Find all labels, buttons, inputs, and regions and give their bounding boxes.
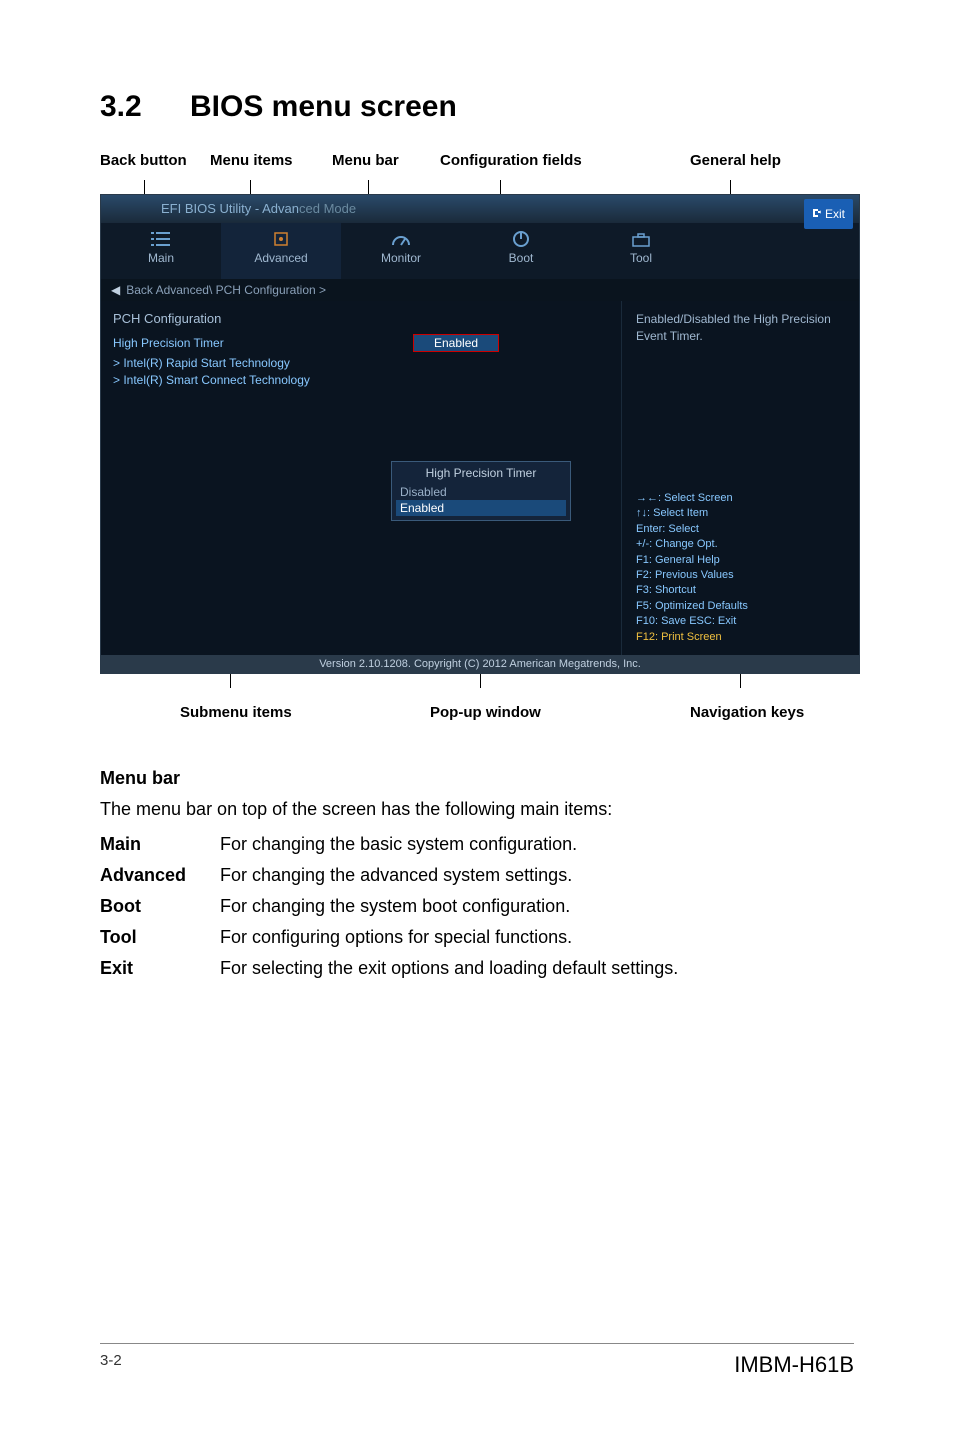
nav-enter: Enter: Select [636,522,845,537]
popup-window: High Precision Timer Disabled Enabled [391,461,571,521]
bios-title-bar: EFI BIOS Utility - Advanced Mode Exit [101,195,859,223]
product-name: IMBM-H61B [734,1352,854,1378]
gauge-icon [389,229,413,249]
nav-f3: F3: Shortcut [636,583,845,598]
hpt-row: High Precision Timer Enabled [113,334,609,352]
exit-icon [812,208,822,218]
popup-option-disabled[interactable]: Disabled [396,484,566,500]
def-label: Exit [100,958,220,979]
menubar-definitions: MainFor changing the basic system config… [100,834,854,979]
callout-submenu-items: Submenu items [180,704,292,721]
nav-f5: F5: Optimized Defaults [636,599,845,614]
def-row: ExitFor selecting the exit options and l… [100,958,854,979]
bottom-callout-lines [100,674,854,688]
menu-monitor-label: Monitor [381,251,421,265]
def-desc: For changing the advanced system setting… [220,865,820,886]
menu-advanced[interactable]: Advanced [221,223,341,279]
power-icon [509,229,533,249]
menubar-heading: Menu bar [100,768,854,789]
popup-option-enabled[interactable]: Enabled [396,500,566,516]
bios-screenshot: EFI BIOS Utility - Advanced Mode Exit Ma… [100,194,860,674]
list-icon [149,229,173,249]
callout-navigation-keys: Navigation keys [690,704,804,721]
pch-heading: PCH Configuration [113,311,609,326]
nav-f10: F10: Save ESC: Exit [636,614,845,629]
section-heading: BIOS menu screen [190,90,457,123]
menu-boot-label: Boot [509,251,534,265]
bios-menu-bar: Main Advanced Monitor Boot Tool [101,223,859,279]
nav-change-opt: +/-: Change Opt. [636,537,845,552]
bios-version-footer: Version 2.10.1208. Copyright (C) 2012 Am… [101,655,859,673]
exit-label: Exit [825,207,845,221]
def-label: Advanced [100,865,220,886]
bios-title-prefix: EFI BIOS Utility - Advan [161,201,299,216]
help-pane: Enabled/Disabled the High Precision Even… [621,301,859,655]
menu-advanced-label: Advanced [254,251,307,265]
menu-main[interactable]: Main [101,223,221,279]
page-footer: 3-2 IMBM-H61B [100,1343,854,1378]
callout-config-fields: Configuration fields [440,152,582,169]
help-text: Enabled/Disabled the High Precision Even… [636,311,845,345]
top-callout-lines [100,180,854,194]
def-label: Main [100,834,220,855]
navigation-keys: →←: Select Screen ↑↓: Select Item Enter:… [636,491,845,645]
def-row: ToolFor configuring options for special … [100,927,854,948]
nav-select-screen: →←: Select Screen [636,491,845,506]
def-row: BootFor changing the system boot configu… [100,896,854,917]
callout-general-help: General help [690,152,781,169]
def-desc: For selecting the exit options and loadi… [220,958,820,979]
breadcrumb-text: Back Advanced\ PCH Configuration > [126,283,326,297]
submenu-smart-connect[interactable]: > Intel(R) Smart Connect Technology [113,373,609,387]
chip-icon [269,229,293,249]
nav-f2: F2: Previous Values [636,568,845,583]
def-label: Tool [100,927,220,948]
callout-popup-window: Pop-up window [430,704,541,721]
back-arrow-icon[interactable]: ◀ [111,279,120,301]
callout-menu-items: Menu items [210,152,293,169]
def-row: MainFor changing the basic system config… [100,834,854,855]
page-number: 3-2 [100,1352,122,1378]
callout-back-button: Back button [100,152,187,169]
menu-monitor[interactable]: Monitor [341,223,461,279]
exit-button[interactable]: Exit [804,199,853,229]
toolbox-icon [629,229,653,249]
def-desc: For changing the system boot configurati… [220,896,820,917]
section-number: 3.2 [100,90,190,124]
top-callout-labels: Back button Menu items Menu bar Configur… [100,152,854,180]
def-desc: For configuring options for special func… [220,927,820,948]
nav-f12: F12: Print Screen [636,630,845,645]
def-row: AdvancedFor changing the advanced system… [100,865,854,886]
callout-menu-bar: Menu bar [332,152,399,169]
def-desc: For changing the basic system configurat… [220,834,820,855]
menu-main-label: Main [148,251,174,265]
menu-boot[interactable]: Boot [461,223,581,279]
popup-title: High Precision Timer [396,466,566,480]
breadcrumb: ◀ Back Advanced\ PCH Configuration > [101,279,859,301]
bottom-callout-labels: Submenu items Pop-up window Navigation k… [100,688,854,728]
hpt-label: High Precision Timer [113,336,413,350]
menubar-description: The menu bar on top of the screen has th… [100,799,854,820]
config-pane: PCH Configuration High Precision Timer E… [101,301,621,655]
bios-title-suffix: ced Mode [299,201,356,216]
nav-select-item: ↑↓: Select Item [636,506,845,521]
def-label: Boot [100,896,220,917]
section-title: 3.2BIOS menu screen [100,90,854,124]
hpt-value-field[interactable]: Enabled [413,334,499,352]
nav-f1: F1: General Help [636,553,845,568]
menu-tool[interactable]: Tool [581,223,701,279]
submenu-rapid-start[interactable]: > Intel(R) Rapid Start Technology [113,356,609,370]
menu-tool-label: Tool [630,251,652,265]
